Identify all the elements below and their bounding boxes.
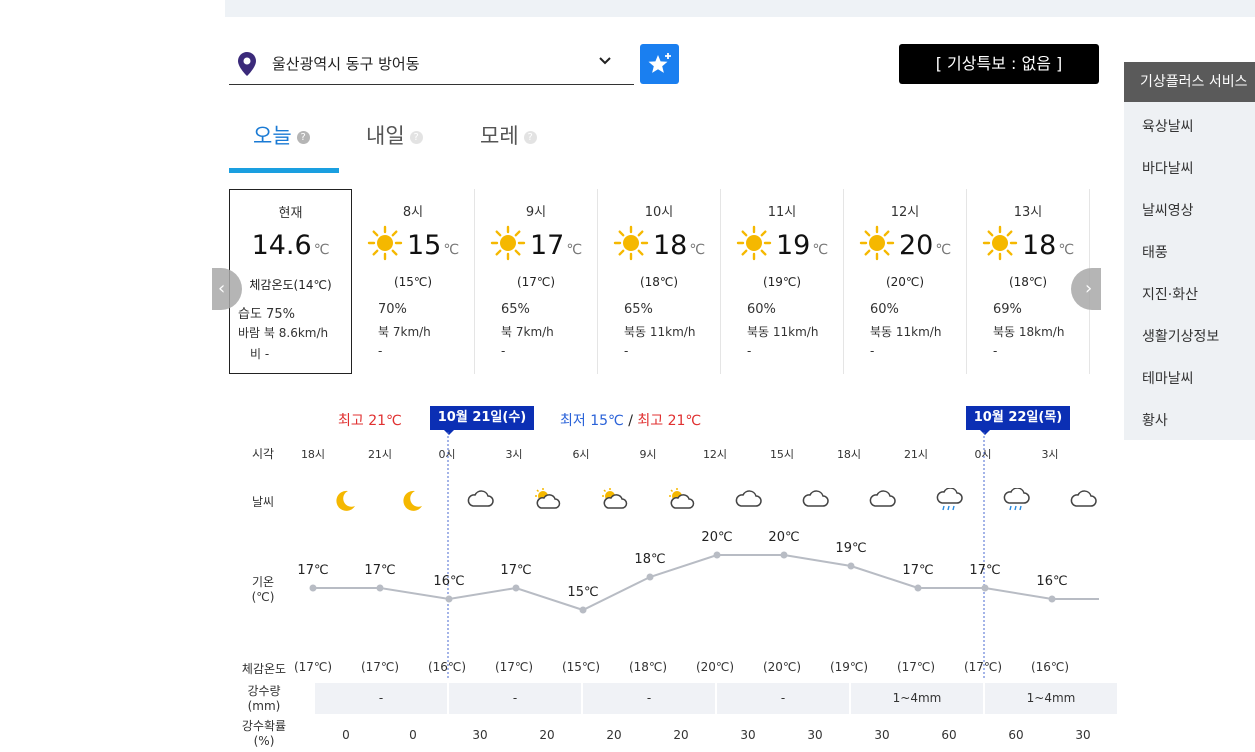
temp-label: 17℃ [500,563,532,578]
temp-point [713,551,721,559]
temp-label: 17℃ [969,563,1001,578]
temp-point [646,573,654,581]
temp-label: 16℃ [433,574,465,589]
temp-point [1048,595,1056,603]
temp-label: 17℃ [902,563,934,578]
temp-label: 17℃ [297,563,329,578]
temp-chart [309,432,1099,680]
temp-point [445,595,453,603]
temp-point [847,562,855,570]
temp-point [579,606,587,614]
temp-label: 19℃ [835,541,867,556]
temp-label: 20℃ [768,530,800,545]
temp-label: 16℃ [1036,574,1068,589]
temp-point [376,584,384,592]
temp-point [914,584,922,592]
temp-point [780,551,788,559]
temp-label: 15℃ [567,585,599,600]
temp-label: 17℃ [364,563,396,578]
temp-label: 18℃ [634,552,666,567]
temp-label: 20℃ [701,530,733,545]
temp-point [512,584,520,592]
temp-point [981,584,989,592]
temp-point [309,584,317,592]
